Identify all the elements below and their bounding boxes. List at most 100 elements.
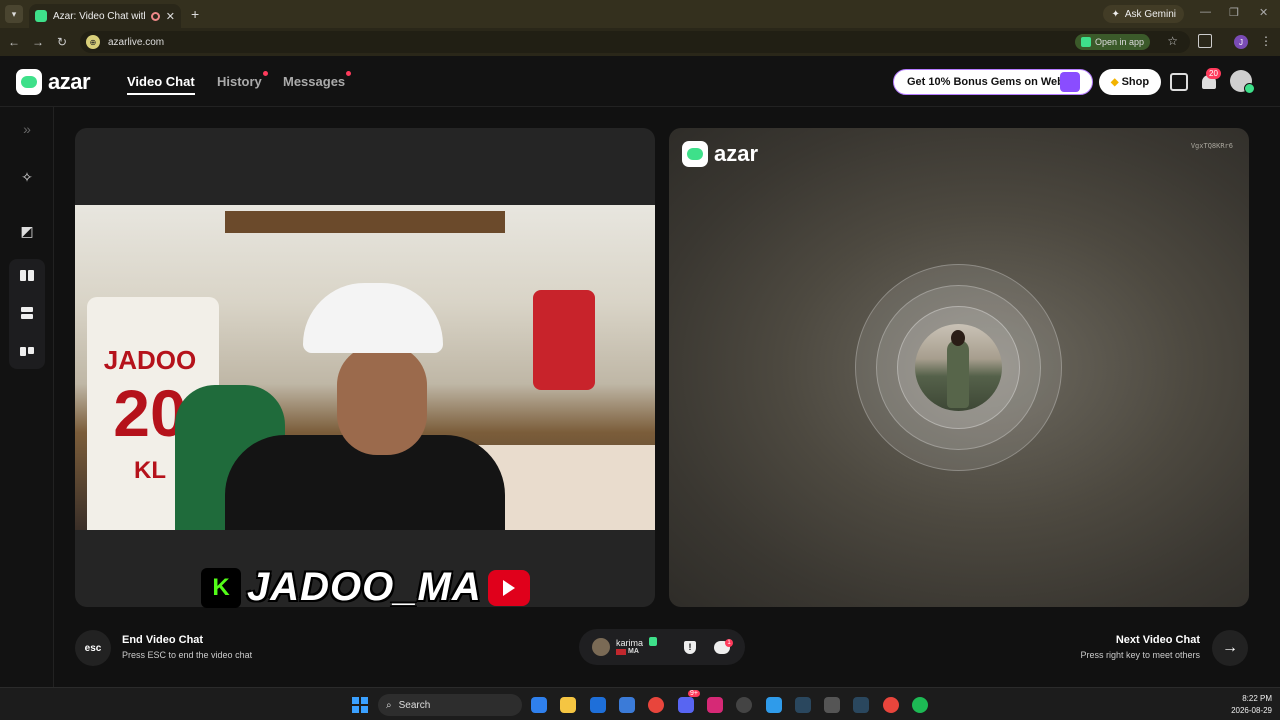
forward-icon[interactable]: → [26,35,50,49]
verified-badge-icon [649,637,657,646]
clock-app-icon[interactable] [736,697,752,713]
end-chat-button[interactable]: esc [75,630,111,666]
app-header: azar Video Chat History Messages Get 10%… [0,56,1280,107]
streamer-overlay: K JADOO_MA [201,565,530,610]
app-icon [1080,37,1091,47]
search-icon: ⌕ [386,699,392,711]
site-info-icon[interactable]: ⊕ [86,35,100,49]
open-in-app-button[interactable]: Open in app [1074,34,1150,50]
restore-window-icon[interactable]: ❐ [1229,6,1239,19]
gemini-sparkle-icon: ✦ [1111,8,1120,20]
snipping-tool-icon[interactable] [766,697,782,713]
match-profile-photo [915,324,1002,411]
ask-gemini-button[interactable]: ✦ Ask Gemini [1103,5,1184,23]
user-avatar[interactable] [1230,70,1255,94]
minimize-window-icon[interactable]: — [1200,6,1211,18]
steam-icon[interactable] [795,697,811,713]
omnibox[interactable]: ⊕ azarlive.com Open in app ☆ [80,31,1190,53]
gift-icon [1060,72,1080,92]
peer-avatar [592,638,610,656]
nav-video-chat[interactable]: Video Chat [127,74,195,95]
mail-icon[interactable] [590,697,606,713]
nav-messages[interactable]: Messages [283,71,352,89]
layout-stacked-icon[interactable] [11,297,43,329]
figure-dress [947,340,969,408]
filter-effects-icon[interactable]: ◩ [11,215,43,247]
taskbar-search-label: Search [398,699,431,711]
recording-indicator-icon [150,11,160,21]
chrome-icon[interactable] [648,697,664,713]
reload-icon[interactable]: ↻ [50,35,74,49]
bonus-gems-banner[interactable]: Get 10% Bonus Gems on Web! [893,69,1093,95]
notification-count-badge: 20 [1206,68,1221,79]
kick-logo-icon: K [201,567,241,608]
magic-wand-icon[interactable]: ✧ [11,161,43,193]
windows-start-icon[interactable] [352,697,368,713]
azar-watermark-text: azar [714,141,759,166]
azar-watermark: azar [682,141,758,167]
nav-history[interactable]: History [217,71,268,89]
expand-sidebar-icon[interactable]: » [11,113,43,145]
left-sidebar: » ✧ ◩ [0,107,54,687]
close-tab-icon[interactable]: ✕ [166,10,175,23]
ask-gemini-label: Ask Gemini [1124,8,1176,20]
next-chat-button[interactable]: → [1212,630,1248,666]
peer-country: MA [628,648,639,655]
peer-name: karima [616,638,644,648]
shop-button[interactable]: ◆ Shop [1099,69,1161,95]
azar-logo[interactable]: azar [16,69,91,95]
end-chat-hint: Press ESC to end the video chat [122,650,253,660]
tab-title: Azar: Video Chat with New [53,10,145,22]
store-app-icon[interactable] [619,697,635,713]
store-icon[interactable] [1170,73,1188,91]
widgets-icon[interactable] [531,697,547,713]
browser-profile-avatar[interactable]: J [1234,35,1248,49]
close-window-icon[interactable]: ✕ [1259,6,1268,19]
self-camera-feed: JADOO 20 KL [75,205,655,530]
instagram-icon[interactable] [707,697,723,713]
browser-tabbar: ▾ Azar: Video Chat with New ✕ + [0,0,1280,28]
next-chat-hint: Press right key to meet others [1080,650,1200,660]
white-cap [303,283,443,353]
taskbar-search[interactable]: ⌕ Search [378,694,522,716]
person-face [337,345,427,455]
azar-logo-text: azar [48,69,91,94]
layout-side-by-side-icon[interactable] [11,259,43,291]
clock-time[interactable]: 8:22 PM [1242,694,1272,703]
azar-watermark-icon [682,141,708,167]
back-icon[interactable]: ← [2,35,26,49]
end-chat-title: End Video Chat [122,634,204,646]
report-shield-icon[interactable]: ! [684,641,696,654]
browser-menu-icon[interactable]: ⋮ [1260,34,1272,48]
morocco-flag-icon [616,649,626,655]
tab-list-button[interactable]: ▾ [5,5,23,23]
file-explorer-icon[interactable] [560,697,576,713]
discord-badge: 9+ [688,690,700,697]
spotify-icon[interactable] [912,697,928,713]
youtube-logo-icon [487,569,530,606]
history-unread-dot [262,71,268,76]
nav-history-label: History [217,74,262,89]
discord-icon[interactable] [678,697,694,713]
bookmark-star-icon[interactable]: ☆ [1167,34,1178,48]
clock-date[interactable]: 2026-08-29 [1231,706,1272,715]
address-bar-row: ← → ↻ ⊕ azarlive.com Open in app ☆ [0,28,1280,56]
photos-icon[interactable] [824,697,840,713]
chrome-profile-icon[interactable] [883,697,899,713]
steam-alt-icon[interactable] [853,697,869,713]
gem-icon: ◆ [1110,76,1119,88]
layout-pip-icon[interactable] [11,335,43,367]
browser-tab[interactable]: Azar: Video Chat with New ✕ [29,4,181,28]
figure-head [951,330,965,346]
nav-messages-label: Messages [283,74,346,89]
url-text: azarlive.com [108,36,165,48]
session-id: VgxTQ8KRr6 [1190,142,1233,150]
shelf-with-photos [225,211,505,233]
windows-taskbar: ⌕ Search 9+ 8:22 PM 2026-08-29 [0,687,1280,720]
shop-label: Shop [1121,76,1150,88]
extensions-icon[interactable] [1198,34,1212,48]
next-chat-title: Next Video Chat [1115,634,1200,646]
new-tab-button[interactable]: + [191,6,199,22]
self-video-panel: JADOO 20 KL [75,128,655,607]
red-jersey [533,290,595,390]
